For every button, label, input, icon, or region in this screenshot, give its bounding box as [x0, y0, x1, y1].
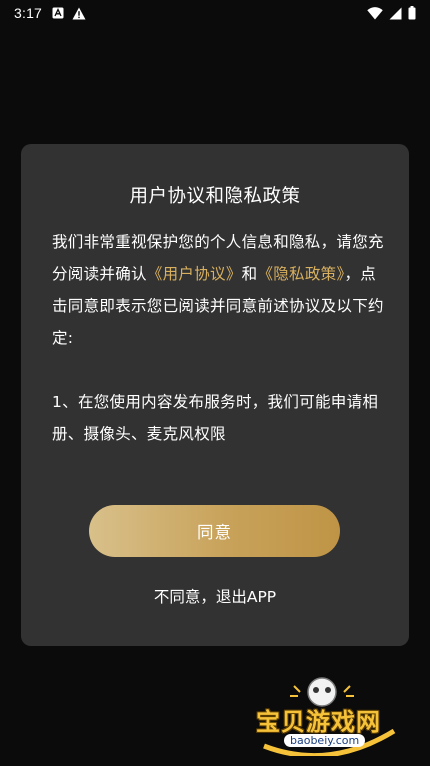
connector-and: 和 [241, 265, 258, 283]
permission-item-1: 1、在您使用内容发布服务时，我们可能申请相册、摄像头、麦克风权限 [52, 393, 379, 443]
status-time: 3:17 [14, 5, 43, 21]
privacy-policy-link[interactable]: 《隐私政策》 [257, 265, 344, 283]
warning-icon [72, 7, 86, 20]
status-left-icons [52, 7, 86, 20]
dialog-body: 我们非常重视保护您的个人信息和隐私，请您充分阅读并确认《用户协议》和《隐私政策》… [52, 226, 384, 450]
status-bar: 3:17 [0, 0, 430, 26]
user-agreement-link[interactable]: 《用户协议》 [147, 265, 242, 283]
disagree-exit-button[interactable]: 不同意，退出APP [21, 585, 409, 607]
watermark-url: baobeiy.com [284, 734, 366, 747]
watermark-name: 宝贝游戏网 [256, 708, 381, 736]
dialog-title: 用户协议和隐私政策 [129, 186, 301, 207]
notification-a-icon [52, 7, 64, 19]
status-right-icons [367, 6, 416, 20]
privacy-dialog: 用户协议和隐私政策 我们非常重视保护您的个人信息和隐私，请您充分阅读并确认《用户… [21, 144, 409, 646]
cellular-signal-icon [389, 7, 402, 20]
watermark-logo: 宝贝游戏网 baobeiy.com [254, 676, 404, 756]
agree-button[interactable]: 同意 [89, 505, 340, 557]
battery-icon [408, 6, 416, 20]
agreement-paragraph: 我们非常重视保护您的个人信息和隐私，请您充分阅读并确认《用户协议》和《隐私政策》… [52, 226, 384, 354]
wifi-icon [367, 6, 383, 20]
